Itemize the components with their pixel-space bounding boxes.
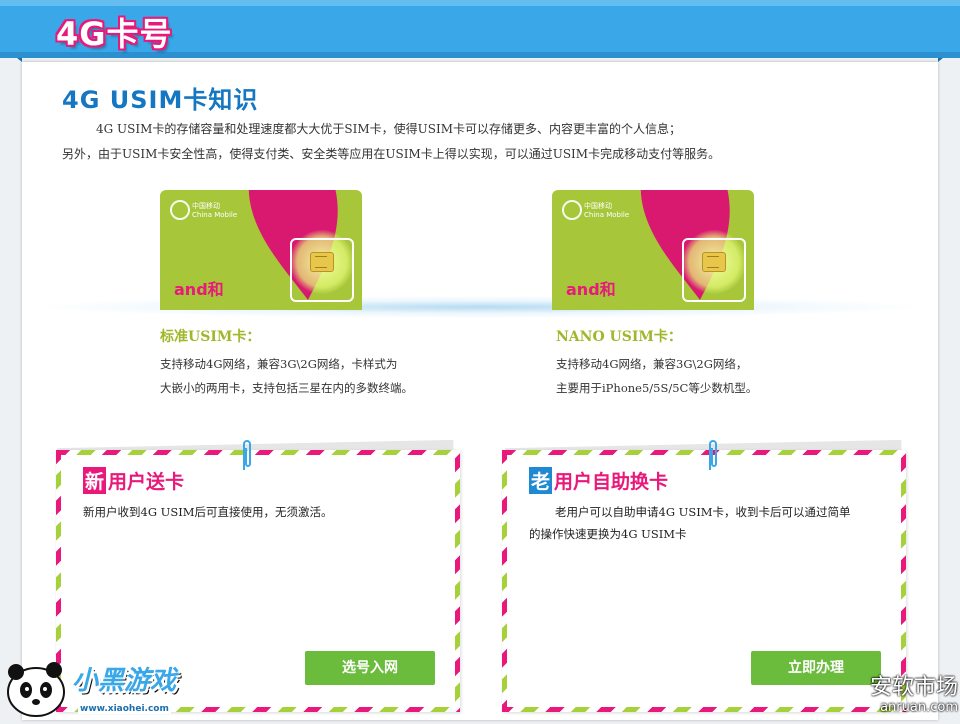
card-carrier-label: 中国移动 China Mobile xyxy=(192,202,238,219)
standard-usim-desc-2: 大嵌小的两用卡，支持包括三星在内的多数终端。 xyxy=(160,381,413,395)
sim-chip-icon xyxy=(702,252,726,272)
xiaohei-watermark: 小黑游戏 www.xiaohei.com xyxy=(0,652,200,720)
anruan-watermark: 安软市场 anruan.com xyxy=(869,675,958,716)
existing-user-offer-text-2: 的操作快速更换为4G USIM卡 xyxy=(529,527,687,541)
select-number-button[interactable]: 选号入网 xyxy=(305,651,435,685)
existing-user-offer-text-1: 老用户可以自助申请4G USIM卡，收到卡后可以通过简单 xyxy=(555,505,851,519)
section-title: 4G USIM卡知识 xyxy=(62,86,259,114)
xiaohei-url-text: www.xiaohei.com xyxy=(78,704,171,714)
new-badge: 新 xyxy=(83,467,107,494)
anruan-url-text: anruan.com xyxy=(880,700,958,715)
xiaohei-brand-text: 小黑游戏 xyxy=(72,666,177,696)
standard-usim-title: 标准USIM卡： xyxy=(160,329,261,345)
header-banner: 4G卡号 xyxy=(0,0,960,62)
standard-usim-card-image: 中国移动 China Mobile and和 xyxy=(160,190,362,310)
apply-now-button[interactable]: 立即办理 xyxy=(751,651,881,685)
nano-usim-desc-2: 主要用于iPhone5/5S/5C等少数机型。 xyxy=(556,381,758,395)
china-mobile-logo-icon xyxy=(562,200,582,220)
intro-line-1: 4G USIM卡的存储容量和处理速度都大大优于SIM卡，使得USIM卡可以存储更… xyxy=(96,122,682,136)
nano-usim-title: NANO USIM卡： xyxy=(556,329,682,345)
card-brand-label: and和 xyxy=(566,280,616,299)
nano-usim-card-image: 中国移动 China Mobile and和 xyxy=(552,190,754,310)
china-mobile-logo-icon xyxy=(170,200,190,220)
card-brand-label: and和 xyxy=(174,280,224,299)
standard-usim-desc-1: 支持移动4G网络，兼容3G\2G网络，卡样式为 xyxy=(160,357,398,371)
new-user-offer-text: 新用户收到4G USIM后可直接使用，无须激活。 xyxy=(83,505,333,519)
existing-user-offer-title: 老用户自助换卡 xyxy=(529,467,668,494)
banner-title: 4G卡号 xyxy=(56,15,173,53)
sim-chip-icon xyxy=(310,252,334,272)
card-carrier-label: 中国移动 China Mobile xyxy=(584,202,630,219)
intro-line-2: 另外，由于USIM卡安全性高，使得支付类、安全类等应用在USIM卡上得以实现，可… xyxy=(62,147,721,161)
old-badge: 老 xyxy=(529,467,553,494)
new-user-offer-title: 新用户送卡 xyxy=(83,467,184,494)
nano-usim-desc-1: 支持移动4G网络，兼容3G\2G网络， xyxy=(556,357,748,371)
anruan-brand-text: 安软市场 xyxy=(869,675,958,700)
existing-user-offer-envelope: 老用户自助换卡 老用户可以自助申请4G USIM卡，收到卡后可以通过简单 的操作… xyxy=(502,450,906,712)
paperclip-icon xyxy=(243,440,251,470)
paperclip-icon xyxy=(709,440,717,470)
